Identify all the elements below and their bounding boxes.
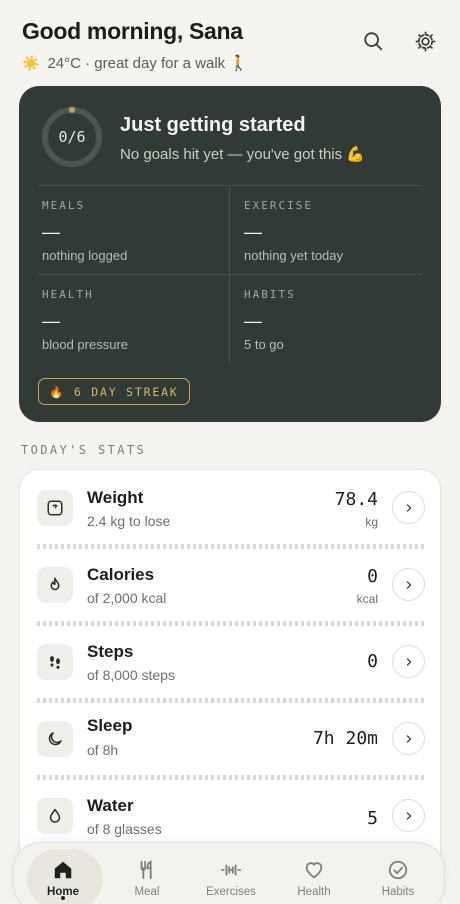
summary-grid: MEALS — nothing logged EXERCISE — nothin… [38,185,422,364]
footsteps-icon [37,644,73,680]
search-button[interactable] [360,28,386,54]
cell-value: — [244,311,262,331]
nav-exercises[interactable]: Exercises [189,843,273,904]
cell-sub: 5 to go [244,337,284,352]
cell-sub: blood pressure [42,337,128,352]
gear-icon [415,31,435,51]
stat-unit: kg [365,515,378,529]
nav-health[interactable]: Health [272,843,356,904]
heart-icon [305,862,323,879]
bottom-nav: Home Meal Exercises Health Habits [13,842,445,904]
stat-value: 7h 20m [312,728,378,749]
stat-name: Calories [87,565,155,584]
stat-unit: kcal [356,592,378,606]
stat-open-button[interactable] [392,799,425,832]
goals-count: 0/6 [58,128,86,146]
nav-meal[interactable]: Meal [105,843,189,904]
header: Good morning, Sana ☀️ 24°C · great day f… [22,18,438,74]
streak-badge[interactable]: 🔥 6 DAY STREAK [38,378,190,405]
nav-home[interactable]: Home [21,843,105,904]
summary-cell-exercise[interactable]: EXERCISE — nothing yet today [230,186,422,275]
stat-open-button[interactable] [392,568,425,601]
stat-sub: of 8h [87,742,119,758]
stat-name: Steps [87,642,134,661]
progress-ring: 0/6 [41,106,103,168]
droplet-icon [37,798,73,834]
summary-title: Just getting started [120,114,306,136]
daily-summary-card: 0/6 Just getting started No goals hit ye… [19,86,441,422]
weather-line: ☀️ 24°C · great day for a walk 🚶 [22,54,438,73]
cell-label: HEALTH [42,288,94,301]
cell-value: — [244,222,262,242]
nav-label: Habits [381,886,415,898]
flame-icon [37,567,73,603]
summary-cell-habits[interactable]: HABITS — 5 to go [230,275,422,364]
stat-sub: of 8,000 steps [87,667,175,683]
cell-sub: nothing yet today [244,248,344,263]
nav-habits[interactable]: Habits [356,843,440,904]
home-icon [54,861,72,879]
summary-cell-health[interactable]: HEALTH — blood pressure [38,275,230,364]
cell-label: MEALS [42,199,86,212]
stat-sub: of 2,000 kcal [87,590,167,606]
stat-row-steps[interactable]: Steps of 8,000 steps 0 [20,624,440,701]
summary-subtitle: No goals hit yet — you've got this 💪 [120,146,365,163]
stat-row-weight[interactable]: Weight 2.4 kg to lose 78.4 kg [20,470,440,547]
stat-open-button[interactable] [392,722,425,755]
chevron-right-icon [406,734,411,743]
todays-stats-card: Weight 2.4 kg to lose 78.4 kg Calories o… [19,469,441,904]
chevron-right-icon [406,580,411,589]
check-circle-icon [388,860,408,880]
chevron-right-icon [406,503,411,512]
nav-label: Health [297,886,331,898]
stat-name: Sleep [87,716,133,735]
settings-button[interactable] [412,28,438,54]
summary-cell-meals[interactable]: MEALS — nothing logged [38,186,230,275]
cell-value: — [42,311,60,331]
stat-sub: 2.4 kg to lose [87,513,171,529]
stat-value: 0 [367,566,378,587]
cell-label: HABITS [244,288,296,301]
stat-value: 5 [367,808,378,829]
weather-text: 24°C · great day for a walk 🚶 [47,55,249,72]
dumbbell-icon [220,864,242,876]
cell-label: EXERCISE [244,199,313,212]
active-dot [61,896,65,900]
stat-name: Weight [87,488,144,507]
stat-row-sleep[interactable]: Sleep of 8h 7h 20m [20,701,440,778]
chevron-right-icon [406,657,411,666]
scale-icon [37,490,73,526]
stat-row-calories[interactable]: Calories of 2,000 kcal 0 kcal [20,547,440,624]
stat-value: 0 [367,651,378,672]
stat-value: 78.4 [334,489,378,510]
fork-knife-icon [140,860,152,880]
stat-sub: of 8 glasses [87,821,162,837]
cell-value: — [42,222,60,242]
section-label-todays-stats: TODAY'S STATS [21,443,147,457]
stat-open-button[interactable] [392,645,425,678]
search-icon [364,32,383,51]
chevron-right-icon [406,811,411,820]
nav-label: Meal [134,886,160,898]
stat-open-button[interactable] [392,491,425,524]
cell-sub: nothing logged [42,248,128,263]
nav-label: Exercises [206,886,256,898]
sun-icon: ☀️ [22,54,40,71]
moon-icon [37,721,73,757]
stat-name: Water [87,796,134,815]
